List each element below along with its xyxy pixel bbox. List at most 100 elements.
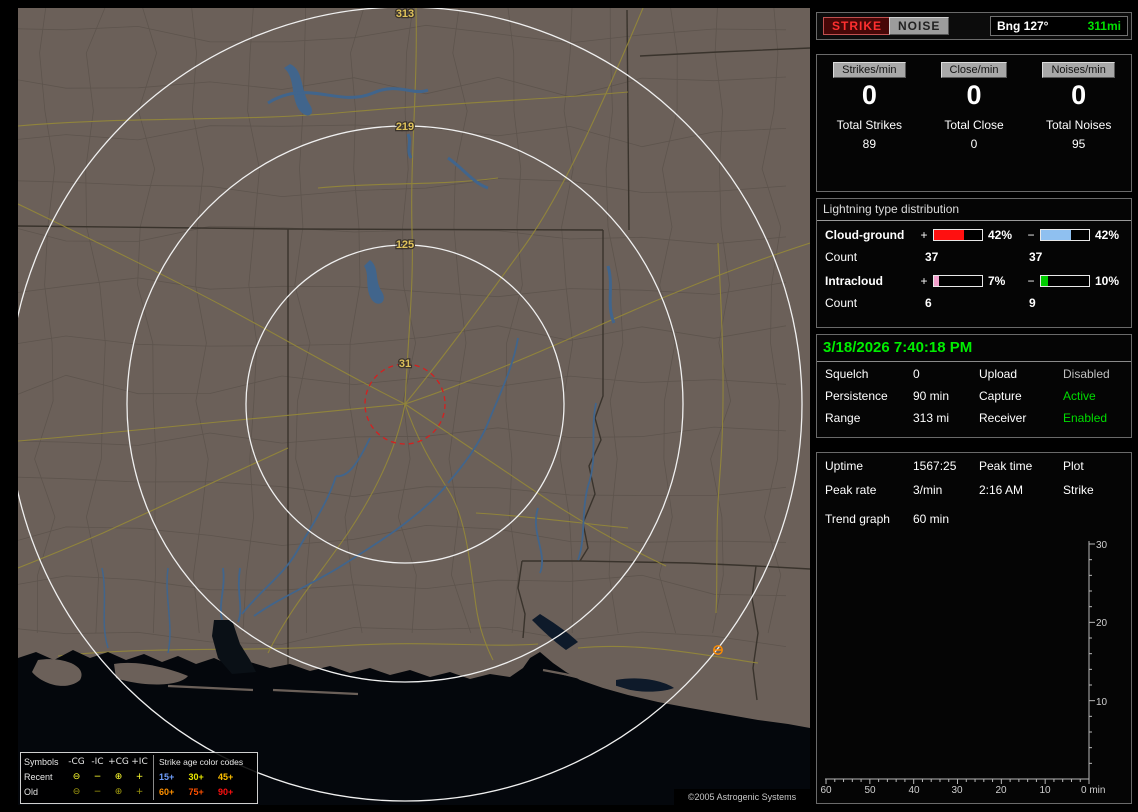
x-tick-label: 40 xyxy=(908,785,920,796)
legend-row-label: Recent xyxy=(24,772,53,782)
neg-ic-icon: − xyxy=(93,772,102,782)
noises-column: Noises/min 0 Total Noises 95 xyxy=(1026,55,1131,191)
plot-label: Plot xyxy=(1063,459,1084,473)
status-row: Squelch 0 Upload Disabled xyxy=(817,364,1131,384)
cg-negative-pct: 42% xyxy=(1095,227,1120,242)
persistence-label: Persistence xyxy=(825,389,888,403)
count-label: Count xyxy=(825,295,858,310)
plus-sign: + xyxy=(920,227,928,242)
bearing-display: Bng 127° 311mi xyxy=(990,16,1128,36)
counters-panel: Strikes/min 0 Total Strikes 89 Close/min… xyxy=(816,54,1132,192)
strikes-per-min-button[interactable]: Strikes/min xyxy=(833,62,906,78)
cg-negative-count: 37 xyxy=(1029,249,1043,264)
x-tick-label: 50 xyxy=(864,785,876,796)
cloud-ground-label: Cloud-ground xyxy=(825,227,905,242)
total-strikes-value: 89 xyxy=(862,137,877,151)
indicator-bar: STRIKE NOISE Bng 127° 311mi xyxy=(816,12,1132,40)
age-badge: 90+ xyxy=(218,787,234,797)
copyright-strip: ©2005 Astrogenic Systems xyxy=(674,789,810,805)
peak-time-value: 2:16 AM xyxy=(979,483,1024,497)
cloud-ground-row: Cloud-ground + 42% − 42% xyxy=(817,224,1131,245)
noise-indicator-button[interactable]: NOISE xyxy=(889,17,950,35)
total-noises-label: Total Noises xyxy=(1045,118,1112,132)
trend-graph: 30 20 10 60 50 40 30 20 10 0 min xyxy=(820,540,1108,796)
ic-negative-count: 9 xyxy=(1029,295,1036,310)
age-badge: 30+ xyxy=(188,772,204,782)
cg-negative-bar-fill xyxy=(1041,229,1072,240)
x-end-label: 0 min xyxy=(1081,785,1105,796)
total-strikes-label: Total Strikes xyxy=(836,118,903,132)
range-label: 219 xyxy=(396,121,414,133)
legend-recent-ages: 15+ 30+ 45+ xyxy=(153,770,245,785)
legend-symbols-header: Symbols xyxy=(24,757,59,767)
ic-negative-pct: 10% xyxy=(1095,273,1120,288)
stats-row: Peak rate 3/min 2:16 AM Strike xyxy=(817,479,1131,501)
noises-per-min-button[interactable]: Noises/min xyxy=(1042,62,1115,78)
ic-positive-bar-fill xyxy=(934,275,940,286)
ic-negative-bar-fill xyxy=(1041,275,1049,286)
map-legend: Symbols -CG -IC +CG +IC Strike age color… xyxy=(20,752,258,804)
strike-indicator-button[interactable]: STRIKE xyxy=(823,17,892,35)
cg-positive-bar-fill xyxy=(934,229,965,240)
peak-time-label: Peak time xyxy=(979,459,1033,473)
range-label: 31 xyxy=(399,358,411,370)
capture-status: Active xyxy=(1063,389,1096,403)
legend-col-neg-ic: -IC xyxy=(91,757,104,767)
upload-status: Disabled xyxy=(1063,367,1110,381)
legend-header-row: Symbols -CG -IC +CG +IC Strike age color… xyxy=(24,755,254,770)
upload-label: Upload xyxy=(979,367,1018,381)
legend-recent-row: Recent ⊖ − ⊕ + 15+ 30+ 45+ xyxy=(24,770,254,785)
stats-row: Uptime 1567:25 Peak time Plot xyxy=(817,455,1131,477)
system-datetime: 3/18/2026 7:40:18 PM xyxy=(823,339,973,356)
total-close-value: 0 xyxy=(970,137,978,151)
total-close-label: Total Close xyxy=(944,118,1004,132)
uptime-value: 1567:25 xyxy=(913,459,957,473)
strikes-column: Strikes/min 0 Total Strikes 89 xyxy=(817,55,922,191)
legend-old-ages: 60+ 75+ 90+ xyxy=(153,785,245,800)
capture-label: Capture xyxy=(979,389,1022,403)
cg-positive-bar xyxy=(933,228,983,241)
legend-old-row: Old ⊖ − ⊕ + 60+ 75+ 90+ xyxy=(24,785,254,800)
close-per-min-button[interactable]: Close/min xyxy=(940,62,1008,78)
age-badge: 45+ xyxy=(218,772,234,782)
x-tick-label: 20 xyxy=(995,785,1007,796)
persistence-value: 90 min xyxy=(913,389,950,403)
age-badge: 75+ xyxy=(188,787,204,797)
x-tick-label: 30 xyxy=(951,785,963,796)
close-per-min-value: 0 xyxy=(966,80,982,110)
receiver-status: Enabled xyxy=(1063,411,1108,425)
y-tick-label: 30 xyxy=(1096,540,1108,551)
age-badge: 60+ xyxy=(159,787,175,797)
legend-col-pos-ic: +IC xyxy=(131,757,148,767)
status-row: Persistence 90 min Capture Active xyxy=(817,386,1131,406)
range-label: 313 xyxy=(396,8,414,20)
minus-sign: − xyxy=(1027,273,1035,288)
close-column: Close/min 0 Total Close 0 xyxy=(922,55,1027,191)
squelch-value: 0 xyxy=(913,367,920,381)
pos-cg-icon: ⊕ xyxy=(114,787,123,797)
ic-negative-bar xyxy=(1040,274,1090,287)
range-label: Range xyxy=(825,411,861,425)
total-noises-value: 95 xyxy=(1072,137,1086,151)
intracloud-row: Intracloud + 7% − 10% xyxy=(817,270,1131,291)
status-row: Range 313 mi Receiver Enabled xyxy=(817,408,1131,428)
bearing-value: Bng 127° xyxy=(997,19,1049,33)
bearing-range-value: 311mi xyxy=(1087,19,1121,33)
minus-sign: − xyxy=(1027,227,1035,242)
trend-graph-header: Trend graph 60 min xyxy=(817,509,1131,529)
neg-cg-icon: ⊖ xyxy=(72,772,81,782)
legend-row-label: Old xyxy=(24,787,39,797)
pos-cg-icon: ⊕ xyxy=(114,772,123,782)
range-value: 313 mi xyxy=(913,411,950,425)
strikes-per-min-value: 0 xyxy=(861,80,877,110)
nexstorm-window: 313 219 125 31 ©2005 Astrogenic Systems … xyxy=(0,0,1138,812)
cg-positive-count: 37 xyxy=(925,249,939,264)
lightning-map[interactable]: 313 219 125 31 ©2005 Astrogenic Systems xyxy=(18,8,810,805)
plus-sign: + xyxy=(920,273,928,288)
graph-ticks xyxy=(825,543,1095,784)
status-panel: 3/18/2026 7:40:18 PM Squelch 0 Upload Di… xyxy=(816,334,1132,438)
count-label: Count xyxy=(825,249,858,264)
range-label: 125 xyxy=(396,239,414,251)
legend-col-pos-cg: +CG xyxy=(108,757,129,767)
map-area: 313 219 125 31 ©2005 Astrogenic Systems … xyxy=(18,8,810,805)
